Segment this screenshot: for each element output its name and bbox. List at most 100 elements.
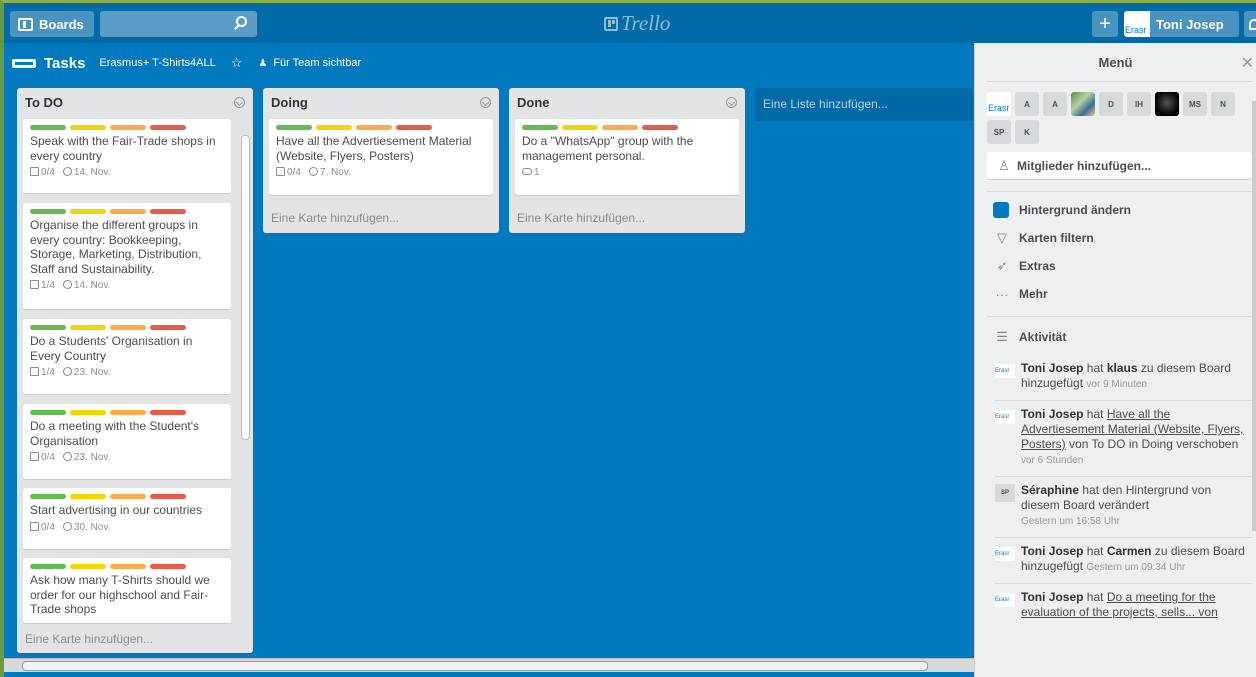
list-scrollbar[interactable] [239, 119, 251, 624]
card-labels [522, 125, 732, 130]
user-name: Toni Josep [1156, 16, 1224, 32]
notifications-button[interactable] [1244, 11, 1256, 37]
due-badge: 7. Nov. [308, 167, 351, 178]
card[interactable]: Organise the different groups in every c… [23, 203, 231, 310]
member-avatars: Erasr A A D IH MS N SP K [975, 92, 1235, 144]
search-input[interactable] [100, 11, 257, 37]
clock-icon [308, 167, 318, 176]
avatar[interactable]: N [1211, 92, 1235, 116]
card-title: Do a meeting with the Student's Organisa… [30, 419, 200, 448]
avatar[interactable]: Erasr [995, 593, 1015, 607]
list-menu-icon[interactable] [234, 97, 245, 108]
avatar[interactable] [1155, 92, 1179, 116]
activity-member[interactable]: klaus [1107, 361, 1138, 375]
avatar[interactable]: A [1043, 92, 1067, 116]
menu-item-filter-cards[interactable]: ▽ Karten filtern [975, 224, 1256, 252]
checklist-count: 0/4 [41, 452, 55, 463]
checklist-count: 0/4 [287, 167, 301, 178]
avatar[interactable]: IH [1127, 92, 1151, 116]
card[interactable]: Do a meeting with the Student's Organisa… [23, 404, 231, 480]
card-title: Organise the different groups in every c… [30, 218, 202, 276]
label-yellow [70, 494, 106, 499]
card-title: Do a "WhatsApp" group with the managemen… [522, 134, 694, 163]
list-title-text: Doing [271, 95, 308, 110]
activity-user[interactable]: Toni Josep [1021, 590, 1083, 604]
activity-entry: Erasr Toni Josep hat Do a meeting for th… [975, 584, 1256, 628]
checklist-count: 1/4 [41, 367, 55, 378]
avatar[interactable]: A [1015, 92, 1039, 116]
card[interactable]: Do a "WhatsApp" group with the managemen… [515, 119, 739, 196]
list-title-text: To DO [25, 95, 64, 110]
menu-scrollbar[interactable] [1252, 101, 1256, 531]
add-card-link[interactable]: Eine Karte hinzufügen... [25, 632, 153, 646]
card-title: Do a Students' Organisation in Every Cou… [30, 334, 193, 363]
activity-user[interactable]: Toni Josep [1021, 361, 1083, 375]
avatar[interactable]: SP [987, 120, 1011, 144]
label-orange [110, 209, 146, 214]
activity-user[interactable]: Toni Josep [1021, 544, 1083, 558]
avatar[interactable]: SP [995, 484, 1015, 502]
card[interactable]: Ask how many T-Shirts should we order fo… [23, 558, 231, 624]
add-button[interactable]: + [1092, 11, 1118, 37]
activity-text: hat [1086, 590, 1104, 604]
avatar[interactable]: Erasr [987, 92, 1011, 116]
card[interactable]: Do a Students' Organisation in Every Cou… [23, 319, 231, 395]
menu-item-extras[interactable]: ➶ Extras [975, 252, 1256, 280]
boards-button[interactable]: Boards [10, 11, 94, 37]
label-green [30, 125, 66, 130]
list-done: Done Do a "WhatsApp" group with the mana… [509, 88, 745, 233]
card[interactable]: Speak with the Fair-Trade shops in every… [23, 119, 231, 194]
label-yellow [70, 410, 106, 415]
card-badges: 0/4 30. Nov. [30, 521, 224, 533]
label-yellow [70, 325, 106, 330]
avatar[interactable]: Erasr [995, 410, 1015, 424]
avatar[interactable] [1071, 92, 1095, 116]
scrollbar-thumb[interactable] [22, 661, 928, 671]
activity-icon: ☰ [996, 329, 1008, 344]
scrollbar-thumb[interactable] [241, 135, 250, 440]
board-visibility[interactable]: Für Team sichtbar [273, 57, 361, 69]
board-horizontal-scrollbar[interactable] [4, 658, 974, 672]
list-menu-icon[interactable] [480, 97, 491, 108]
trello-logo[interactable]: Trello [604, 11, 670, 36]
add-members-button[interactable]: ♙ Mitglieder hinzufügen... [987, 152, 1252, 180]
checklist-icon [30, 280, 39, 289]
app-window: Boards Trello + Erasr Toni Josep Tasks E… [0, 0, 1256, 677]
list-title[interactable]: To DO [17, 88, 253, 116]
add-card-link[interactable]: Eine Karte hinzufügen... [517, 211, 645, 225]
menu-item-more[interactable]: ··· Mehr [975, 280, 1256, 308]
label-yellow [70, 564, 106, 569]
search-icon[interactable] [236, 16, 247, 27]
label-green [30, 564, 66, 569]
checklist-badge: 1/4 [30, 367, 55, 378]
board-team[interactable]: Erasmus+ T-Shirts4ALL [99, 57, 215, 69]
board-header: Tasks Erasmus+ T-Shirts4ALL ☆ ♟ Für Team… [4, 43, 974, 83]
list-menu-icon[interactable] [726, 97, 737, 108]
board-title[interactable]: Tasks [44, 55, 85, 72]
avatar[interactable]: D [1099, 92, 1123, 116]
activity-user[interactable]: Toni Josep [1021, 407, 1083, 421]
avatar[interactable]: K [1015, 120, 1039, 144]
user-menu-button[interactable]: Erasr Toni Josep [1124, 11, 1239, 37]
label-orange [110, 125, 146, 130]
activity-time: vor 6 Stunden [1021, 455, 1084, 466]
boards-icon [18, 17, 33, 31]
star-icon[interactable]: ☆ [231, 55, 243, 71]
card[interactable]: Start advertising in our countries 0/4 30… [23, 488, 231, 550]
activity-user[interactable]: Séraphine [1021, 483, 1079, 497]
add-card-link[interactable]: Eine Karte hinzufügen... [271, 211, 399, 225]
card-badges: 0/4 14. Nov. [30, 167, 224, 178]
card[interactable]: Have all the Advertiesement Material (We… [269, 119, 493, 196]
card-badges: 1 [522, 167, 732, 178]
list-title[interactable]: Doing [263, 88, 499, 116]
label-green [30, 209, 66, 214]
close-icon[interactable]: ✕ [1241, 53, 1254, 73]
avatar[interactable]: Erasr [995, 364, 1015, 378]
card-labels [30, 410, 224, 415]
avatar[interactable]: Erasr [995, 547, 1015, 561]
list-title[interactable]: Done [509, 88, 745, 116]
avatar[interactable]: MS [1183, 92, 1207, 116]
menu-item-change-background[interactable]: Hintergrund ändern [975, 196, 1256, 224]
activity-member[interactable]: Carmen [1107, 544, 1152, 558]
add-list-button[interactable]: Eine Liste hinzufügen... [755, 88, 973, 121]
